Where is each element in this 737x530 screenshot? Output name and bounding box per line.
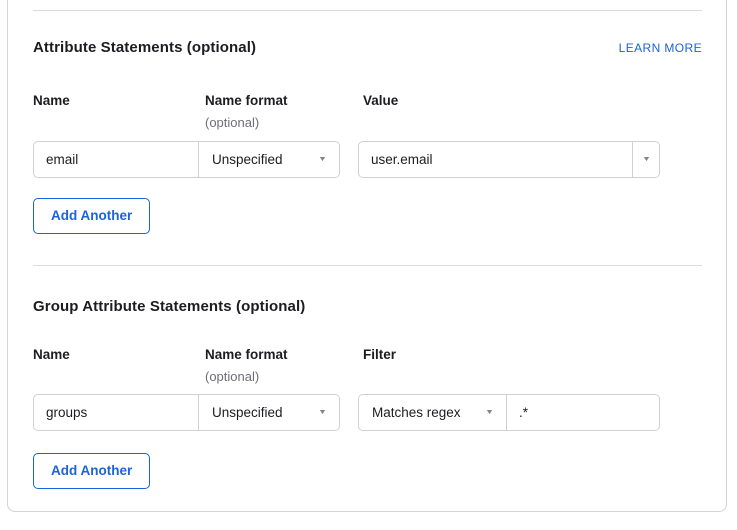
column-label-name: Name xyxy=(33,347,205,363)
attribute-statements-header: Attribute Statements (optional) LEARN MO… xyxy=(33,39,702,57)
group-attribute-row: Unspecified ▼ Matches regex ▼ xyxy=(33,394,660,431)
attribute-name-group: Unspecified ▼ xyxy=(33,141,340,178)
column-label-filter: Filter xyxy=(363,347,396,363)
add-group-attribute-button[interactable]: Add Another xyxy=(33,453,150,489)
column-label-name-format-note: (optional) xyxy=(205,115,363,131)
add-attribute-button[interactable]: Add Another xyxy=(33,198,150,234)
attribute-statements-title: Attribute Statements (optional) xyxy=(33,39,256,57)
chevron-down-icon: ▼ xyxy=(318,409,327,416)
group-name-input[interactable] xyxy=(34,395,198,430)
group-filter-value-input[interactable] xyxy=(506,395,659,430)
attribute-name-input[interactable] xyxy=(34,142,198,177)
group-filter-group: Matches regex ▼ xyxy=(358,394,660,431)
column-label-name: Name xyxy=(33,93,205,109)
chevron-down-icon: ▼ xyxy=(641,156,650,163)
group-filter-type-value: Matches regex xyxy=(372,405,461,420)
settings-card: Attribute Statements (optional) LEARN MO… xyxy=(7,0,727,512)
group-attribute-statements-title: Group Attribute Statements (optional) xyxy=(33,298,305,316)
group-attribute-column-labels: Name Name format (optional) Filter xyxy=(33,347,660,385)
group-name-format-value: Unspecified xyxy=(212,405,283,420)
column-label-value: Value xyxy=(363,93,398,109)
attribute-statements-column-labels: Name Name format (optional) Value xyxy=(33,93,660,131)
attribute-value-group: ▼ xyxy=(358,141,660,178)
attribute-name-format-select[interactable]: Unspecified ▼ xyxy=(198,142,339,177)
group-filter-type-select[interactable]: Matches regex ▼ xyxy=(359,395,506,430)
group-name-format-select[interactable]: Unspecified ▼ xyxy=(198,395,339,430)
column-label-name-format: Name format (optional) xyxy=(205,93,363,131)
group-name-group: Unspecified ▼ xyxy=(33,394,340,431)
attribute-statement-row: Unspecified ▼ ▼ xyxy=(33,141,660,178)
attribute-name-format-value: Unspecified xyxy=(212,152,283,167)
chevron-down-icon: ▼ xyxy=(485,409,494,416)
group-attribute-statements-header: Group Attribute Statements (optional) xyxy=(33,298,702,316)
column-label-name-format-note: (optional) xyxy=(205,369,363,385)
attribute-value-dropdown-button[interactable]: ▼ xyxy=(632,142,659,177)
column-label-name-format: Name format (optional) xyxy=(205,347,363,385)
top-divider xyxy=(33,10,702,11)
learn-more-link[interactable]: LEARN MORE xyxy=(619,40,702,56)
attribute-value-input[interactable] xyxy=(359,142,632,177)
section-divider xyxy=(33,265,702,266)
chevron-down-icon: ▼ xyxy=(318,156,327,163)
